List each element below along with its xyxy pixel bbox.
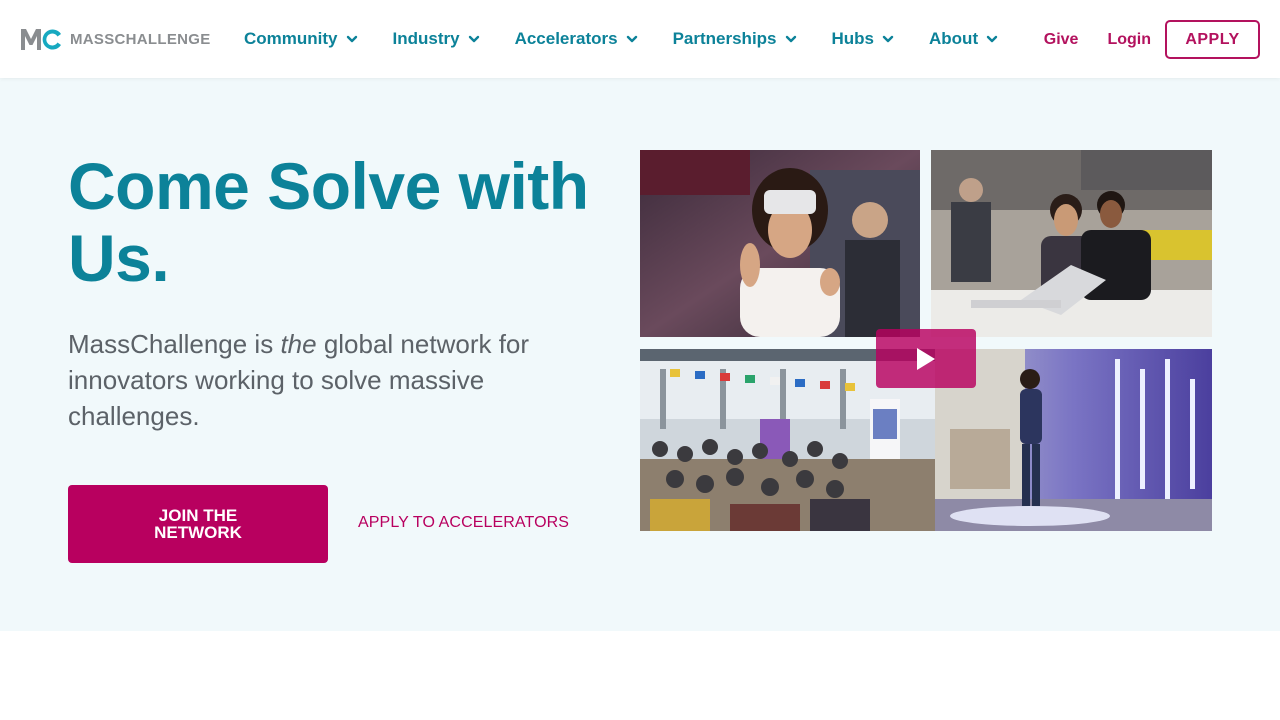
laptop-demo-photo bbox=[931, 150, 1212, 337]
nav-item-about[interactable]: About bbox=[929, 29, 998, 49]
play-icon bbox=[917, 347, 935, 370]
join-network-button[interactable]: JOIN THE NETWORK bbox=[68, 485, 328, 563]
chevron-down-icon bbox=[468, 35, 479, 43]
nav-item-label: Community bbox=[244, 29, 338, 48]
join-network-label: JOIN THE NETWORK bbox=[154, 506, 242, 542]
chevron-down-icon bbox=[882, 35, 894, 43]
page-body-below-hero bbox=[0, 631, 1280, 720]
chevron-down-icon bbox=[346, 35, 357, 43]
nav-item-label: Accelerators bbox=[514, 29, 618, 48]
nav-item-label: Hubs bbox=[831, 29, 875, 48]
chevron-down-icon bbox=[626, 35, 637, 43]
masschallenge-logo[interactable]: MASSCHALLENGE bbox=[20, 26, 211, 52]
login-link[interactable]: Login bbox=[1107, 31, 1151, 49]
nav-item-label: Partnerships bbox=[672, 29, 777, 48]
apply-accelerators-link[interactable]: APPLY TO ACCELERATORS bbox=[358, 514, 569, 532]
header-actions: Give Login APPLY bbox=[1044, 20, 1260, 59]
give-link[interactable]: Give bbox=[1044, 31, 1079, 49]
main-nav: Community Industry Accelerators Partners… bbox=[244, 0, 998, 78]
logo-wordmark: MASSCHALLENGE bbox=[70, 30, 211, 48]
nav-item-label: Industry bbox=[392, 29, 460, 48]
nav-item-industry[interactable]: Industry bbox=[393, 29, 480, 49]
chevron-down-icon bbox=[785, 35, 796, 43]
stage-speaker-photo bbox=[935, 349, 1212, 531]
site-header: MASSCHALLENGE Community Industry Acceler… bbox=[0, 0, 1280, 78]
nav-item-accelerators[interactable]: Accelerators bbox=[515, 29, 638, 49]
hero-section: Come Solve with Us. MassChallenge is the… bbox=[0, 78, 1280, 631]
chevron-down-icon bbox=[986, 35, 998, 43]
hero-subtitle: MassChallenge is the global network for … bbox=[68, 326, 538, 434]
nav-item-partnerships[interactable]: Partnerships bbox=[673, 29, 797, 49]
apply-button[interactable]: APPLY bbox=[1165, 20, 1260, 59]
hero-title: Come Solve with Us. bbox=[68, 149, 589, 295]
play-video-button[interactable] bbox=[876, 329, 976, 388]
nav-item-hubs[interactable]: Hubs bbox=[832, 29, 895, 49]
mc-logo-mark-icon bbox=[21, 29, 61, 50]
hero-subtitle-emphasis: the bbox=[280, 329, 317, 359]
nav-item-label: About bbox=[929, 29, 979, 48]
vr-headset-photo bbox=[640, 150, 920, 337]
video-collage[interactable] bbox=[640, 150, 1212, 531]
hero-subtitle-prefix: MassChallenge is bbox=[68, 329, 281, 359]
nav-item-community[interactable]: Community bbox=[244, 29, 358, 49]
